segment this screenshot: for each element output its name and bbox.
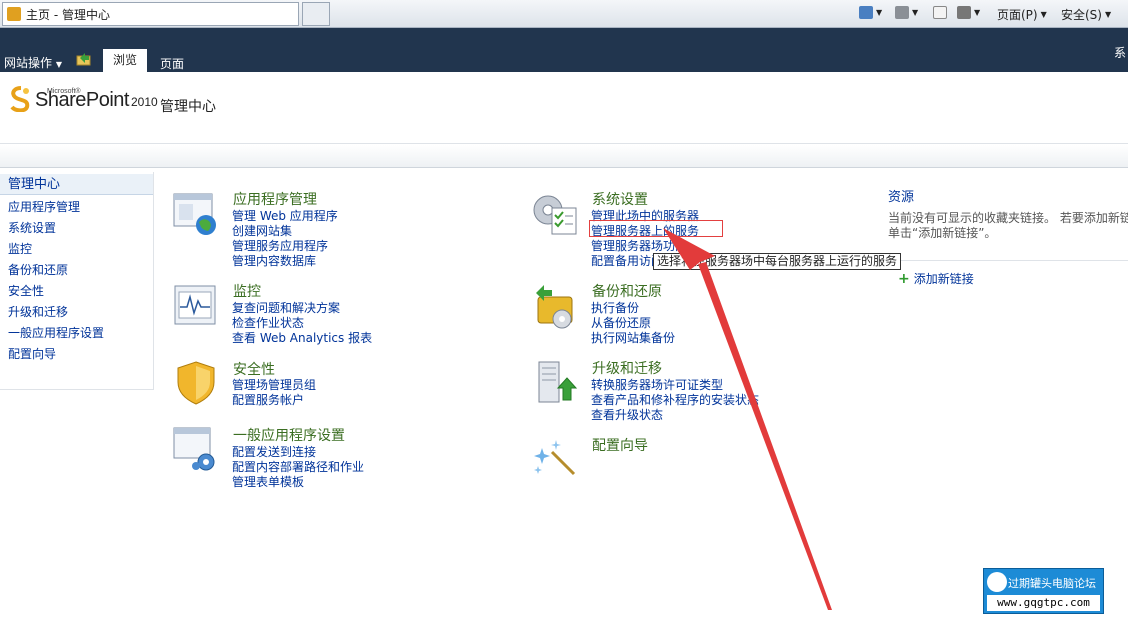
nav-item-system-settings[interactable]: 系统设置 [8, 219, 56, 236]
section-title-backup[interactable]: 备份和还原 [592, 281, 662, 301]
safety-menu[interactable]: 安全(S) ▼ [1061, 6, 1111, 23]
nav-item-backup[interactable]: 备份和还原 [8, 261, 68, 278]
nav-item-app-management[interactable]: 应用程序管理 [8, 198, 80, 215]
tab-browse[interactable]: 浏览 [103, 49, 147, 72]
mail-icon [933, 6, 947, 19]
page-menu-label: 页面(P) [997, 8, 1038, 22]
section-title-config-wizards[interactable]: 配置向导 [592, 435, 648, 455]
link-manage-web-apps-label: 管理 Web 应用程序 [232, 209, 338, 223]
section-title-system-settings[interactable]: 系统设置 [592, 189, 648, 209]
watermark: 过期罐头电脑论坛 www.gqgtpc.com [983, 568, 1104, 614]
home-button[interactable]: ▼ [859, 6, 882, 19]
link-site-collection-backup[interactable]: 执行网站集备份 [591, 329, 675, 346]
site-title[interactable]: 管理中心 [160, 96, 216, 116]
add-new-link[interactable]: + 添加新链接 [898, 270, 974, 287]
ribbon: 网站操作 ▼ 浏览 页面 系 [0, 28, 1128, 72]
plus-icon: + [898, 270, 910, 287]
tab-page[interactable]: 页面 [160, 55, 184, 72]
configuration-wizard-icon [534, 440, 576, 476]
browser-toolbar: 主页 - 管理中心 ▼ ▼ ▼ 页面(P) ▼ 安全(S) ▼ [0, 0, 1128, 28]
logo-year: 2010 [130, 95, 158, 109]
resources-message-line2: 单击“添加新链接”。 [888, 226, 997, 240]
add-new-link-label: 添加新链接 [913, 272, 974, 286]
new-tab-button[interactable] [302, 2, 330, 26]
home-icon [859, 6, 873, 19]
application-management-icon [173, 193, 216, 235]
watermark-url: www.gqgtpc.com [987, 595, 1100, 611]
upgrade-migration-icon [538, 361, 578, 403]
nav-item-security[interactable]: 安全性 [8, 282, 44, 299]
highlight-box [589, 220, 723, 237]
section-title-monitoring[interactable]: 监控 [233, 281, 261, 301]
monitoring-icon [174, 285, 216, 325]
resources-title: 资源 [888, 190, 915, 205]
quick-launch-title[interactable]: 管理中心 [0, 174, 153, 195]
page-menu[interactable]: 页面(P) ▼ [997, 6, 1047, 23]
nav-item-monitoring[interactable]: 监控 [8, 240, 32, 257]
link-web-analytics[interactable]: 查看 Web Analytics 报表 [232, 329, 372, 346]
navigate-up-icon[interactable] [76, 52, 92, 66]
tab-title: 主页 - 管理中心 [26, 7, 110, 22]
link-upgrade-status[interactable]: 查看升级状态 [591, 406, 663, 423]
forum-logo-icon [987, 572, 1007, 592]
resources-message-line1: 当前没有可显示的收藏夹链接。 若要添加新链 [888, 211, 1128, 225]
link-form-templates[interactable]: 管理表单模板 [232, 473, 304, 490]
logo-microsoft: Microsoft® [47, 88, 81, 95]
resources-divider [888, 260, 1128, 261]
sharepoint-mark-icon [10, 86, 30, 112]
system-account-menu[interactable]: 系 [1114, 44, 1126, 61]
print-button[interactable]: ▼ [957, 6, 980, 19]
link-manage-content-db[interactable]: 管理内容数据库 [232, 252, 316, 269]
sharepoint-logo[interactable]: Microsoft® SharePoint 2010 [9, 86, 158, 112]
quick-launch: 管理中心 应用程序管理 系统设置 监控 备份和还原 安全性 升级和迁移 一般应用… [0, 172, 154, 390]
site-actions-label: 网站操作 [4, 56, 53, 70]
resources-empty-message: 当前没有可显示的收藏夹链接。 若要添加新链 单击“添加新链接”。 [888, 211, 1128, 241]
general-settings-icon [173, 427, 215, 471]
link-service-accounts[interactable]: 配置服务帐户 [232, 391, 304, 408]
section-title-upgrade[interactable]: 升级和迁移 [592, 358, 662, 378]
top-nav-band [0, 145, 1128, 168]
section-title-app-management[interactable]: 应用程序管理 [233, 189, 317, 209]
rss-icon [895, 6, 909, 19]
system-settings-icon [533, 195, 577, 235]
sharepoint-favicon-icon [7, 7, 21, 21]
nav-item-upgrade[interactable]: 升级和迁移 [8, 303, 68, 320]
mail-button[interactable] [933, 6, 947, 19]
nav-item-config-wizards[interactable]: 配置向导 [8, 345, 56, 362]
printer-icon [957, 6, 971, 19]
browser-tab[interactable]: 主页 - 管理中心 [2, 2, 299, 26]
watermark-title: 过期罐头电脑论坛 [1008, 577, 1096, 590]
nav-item-general-settings[interactable]: 一般应用程序设置 [8, 324, 104, 341]
link-tooltip: 选择将在服务器场中每台服务器上运行的服务 [653, 253, 902, 270]
safety-menu-label: 安全(S) [1061, 8, 1102, 22]
backup-restore-icon [536, 285, 573, 329]
site-header: Microsoft® SharePoint 2010 管理中心 [0, 72, 1128, 144]
security-shield-icon [177, 361, 215, 405]
feeds-button[interactable]: ▼ [895, 6, 918, 19]
section-title-general-settings[interactable]: 一般应用程序设置 [233, 425, 345, 445]
site-actions-menu[interactable]: 网站操作 ▼ [4, 54, 62, 71]
